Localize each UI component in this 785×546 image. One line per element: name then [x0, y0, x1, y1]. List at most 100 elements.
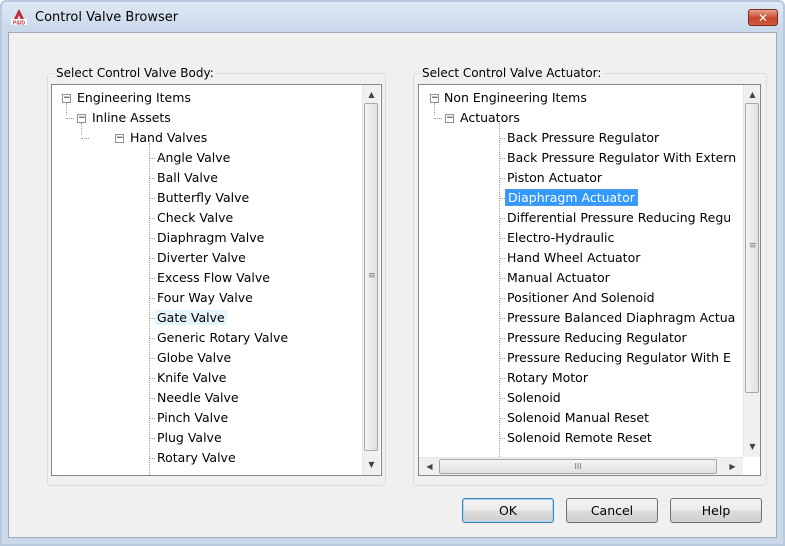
tree-leaf-item[interactable]: Rotary Motor — [505, 368, 590, 388]
tree-leaf-label: Rotary Valve — [157, 450, 236, 465]
close-button[interactable]: ✕ — [748, 9, 778, 26]
svg-text:P&ID: P&ID — [13, 21, 25, 27]
tree-leaf-item[interactable]: Diaphragm Actuator — [505, 188, 638, 208]
valve-body-tree[interactable]: − Engineering Items − Inline Assets − Ha… — [51, 84, 382, 476]
tree-leaf-item[interactable]: Ball Valve — [155, 168, 220, 188]
tree-leaf-label: Knife Valve — [157, 370, 227, 385]
tree-leaf-label: Diaphragm Actuator — [505, 189, 638, 206]
tree-leaf-item[interactable]: Solenoid Manual Reset — [505, 408, 651, 428]
scroll-right-icon[interactable]: ▶ — [724, 458, 741, 475]
tree-node-actuators[interactable]: Actuators — [458, 108, 522, 128]
grip-icon: ≡ — [749, 241, 757, 251]
tree-leaf-item[interactable]: Check Valve — [155, 208, 235, 228]
tree-leaf-item[interactable]: Electro-Hydraulic — [505, 228, 616, 248]
tree-leaf-item[interactable]: Generic Rotary Valve — [155, 328, 290, 348]
tree-leaf-item[interactable]: Diverter Valve — [155, 248, 248, 268]
tree-leaf-item[interactable]: Knife Valve — [155, 368, 228, 388]
tree-leaf-label: Pressure Reducing Regulator With E — [507, 350, 731, 365]
tree-leaf-label: Pressure Balanced Diaphragm Actua — [507, 310, 736, 325]
grip-icon: ≡ — [368, 271, 376, 281]
dialog-window: P&ID Control Valve Browser ✕ Select Cont… — [0, 0, 785, 546]
valve-actuator-vertical-scrollbar[interactable]: ▲ ≡ ▼ — [743, 85, 760, 457]
collapse-hand-valves-icon[interactable]: − — [115, 134, 124, 143]
help-button[interactable]: Help — [670, 498, 762, 523]
tree-leaf-label: Globe Valve — [157, 350, 232, 365]
tree-leaf-item[interactable]: Butterfly Valve — [155, 188, 251, 208]
tree-leaf-item[interactable]: Manual Actuator — [505, 268, 612, 288]
collapse-non-engineering-items-icon[interactable]: − — [430, 94, 439, 103]
tree-leaf-label: Pressure Reducing Regulator — [507, 330, 687, 345]
tree-leaf-label: Solenoid — [507, 390, 561, 405]
tree-leaf-item[interactable]: Rotary Valve — [155, 448, 238, 468]
tree-leaf-item[interactable]: Pressure Reducing Regulator — [505, 328, 689, 348]
valve-actuator-tree[interactable]: − Non Engineering Items − Actuators Back… — [418, 84, 761, 476]
collapse-engineering-items-icon[interactable]: − — [62, 94, 71, 103]
tree-leaf-label: Plug Valve — [157, 430, 222, 445]
tree-node-engineering-items[interactable]: Engineering Items — [75, 88, 193, 108]
tree-leaf-label: Positioner And Solenoid — [507, 290, 655, 305]
valve-actuator-label: Select Control Valve Actuator: — [420, 66, 604, 80]
tree-leaf-item[interactable]: Solenoid — [505, 388, 563, 408]
tree-leaf-label: Four Way Valve — [157, 290, 253, 305]
valve-body-vertical-scrollbar[interactable]: ▲ ≡ ▼ — [362, 85, 380, 475]
tree-leaf-label: Gate Valve — [155, 310, 227, 325]
tree-leaf-label: Pinch Valve — [157, 410, 229, 425]
tree-leaf-item[interactable]: Pressure Reducing Regulator With E — [505, 348, 733, 368]
tree-leaf-label: Back Pressure Regulator — [507, 130, 660, 145]
cancel-button[interactable]: Cancel — [566, 498, 658, 523]
tree-leaf-label: Back Pressure Regulator With Extern — [507, 150, 737, 165]
collapse-actuators-icon[interactable]: − — [445, 114, 454, 123]
tree-leaf-label: Ball Valve — [157, 170, 218, 185]
horizontal-scroll-thumb[interactable]: III — [439, 459, 717, 474]
valve-actuator-horizontal-scrollbar[interactable]: ◀ III ▶ — [419, 457, 743, 475]
autocad-pid-icon: P&ID — [11, 9, 27, 27]
tree-leaf-label: Generic Rotary Valve — [157, 330, 289, 345]
tree-leaf-item[interactable]: Plug Valve — [155, 428, 224, 448]
tree-leaf-item[interactable]: Piston Actuator — [505, 168, 604, 188]
scroll-left-icon[interactable]: ◀ — [421, 458, 438, 475]
tree-node-hand-valves[interactable]: Hand Valves — [128, 128, 209, 148]
scroll-down-icon[interactable]: ▼ — [744, 438, 760, 455]
tree-leaf-label: Check Valve — [157, 210, 234, 225]
collapse-inline-assets-icon[interactable]: − — [77, 114, 86, 123]
ok-button[interactable]: OK — [462, 498, 554, 523]
tree-leaf-item[interactable]: Excess Flow Valve — [155, 268, 272, 288]
tree-leaf-label: Manual Actuator — [507, 270, 610, 285]
tree-leaf-item[interactable]: Angle Valve — [155, 148, 232, 168]
scroll-down-icon[interactable]: ▼ — [363, 456, 380, 473]
title-bar[interactable]: P&ID Control Valve Browser ✕ — [2, 2, 783, 32]
tree-leaf-label: Piston Actuator — [507, 170, 603, 185]
tree-leaf-label: Angle Valve — [157, 150, 231, 165]
tree-leaf-item[interactable]: Gate Valve — [155, 308, 227, 328]
scroll-up-icon[interactable]: ▲ — [744, 86, 760, 103]
tree-leaf-label: Solenoid Remote Reset — [507, 430, 652, 445]
tree-leaf-item[interactable]: Pressure Balanced Diaphragm Actua — [505, 308, 737, 328]
tree-leaf-item[interactable]: Needle Valve — [155, 388, 241, 408]
tree-leaf-item[interactable]: Back Pressure Regulator With Extern — [505, 148, 738, 168]
tree-leaf-item[interactable]: Differential Pressure Reducing Regu — [505, 208, 733, 228]
tree-leaf-item[interactable]: Pinch Valve — [155, 408, 230, 428]
tree-leaf-item[interactable]: Diaphragm Valve — [155, 228, 266, 248]
tree-leaf-item[interactable]: Globe Valve — [155, 348, 233, 368]
close-icon: ✕ — [757, 10, 769, 25]
tree-leaf-label: Needle Valve — [157, 390, 239, 405]
tree-leaf-label: Solenoid Manual Reset — [507, 410, 650, 425]
tree-leaf-item[interactable]: Back Pressure Regulator — [505, 128, 661, 148]
tree-leaf-label: Excess Flow Valve — [157, 270, 270, 285]
window-title: Control Valve Browser — [35, 10, 179, 25]
tree-node-non-engineering-items[interactable]: Non Engineering Items — [442, 88, 589, 108]
tree-node-inline-assets[interactable]: Inline Assets — [90, 108, 173, 128]
tree-leaf-label: Butterfly Valve — [157, 190, 250, 205]
scroll-up-icon[interactable]: ▲ — [363, 86, 380, 103]
tree-leaf-item[interactable]: Positioner And Solenoid — [505, 288, 657, 308]
tree-leaf-item[interactable]: Four Way Valve — [155, 288, 255, 308]
tree-leaf-label: Diverter Valve — [157, 250, 246, 265]
tree-leaf-item[interactable]: Solenoid Remote Reset — [505, 428, 654, 448]
tree-leaf-label: Electro-Hydraulic — [507, 230, 615, 245]
tree-leaf-label: Rotary Motor — [507, 370, 588, 385]
valve-body-label: Select Control Valve Body: — [54, 66, 216, 80]
tree-leaf-item[interactable]: Hand Wheel Actuator — [505, 248, 642, 268]
scroll-thumb[interactable]: ≡ — [364, 103, 378, 451]
scroll-thumb[interactable]: ≡ — [745, 103, 759, 393]
tree-leaf-label: Differential Pressure Reducing Regu — [507, 210, 732, 225]
